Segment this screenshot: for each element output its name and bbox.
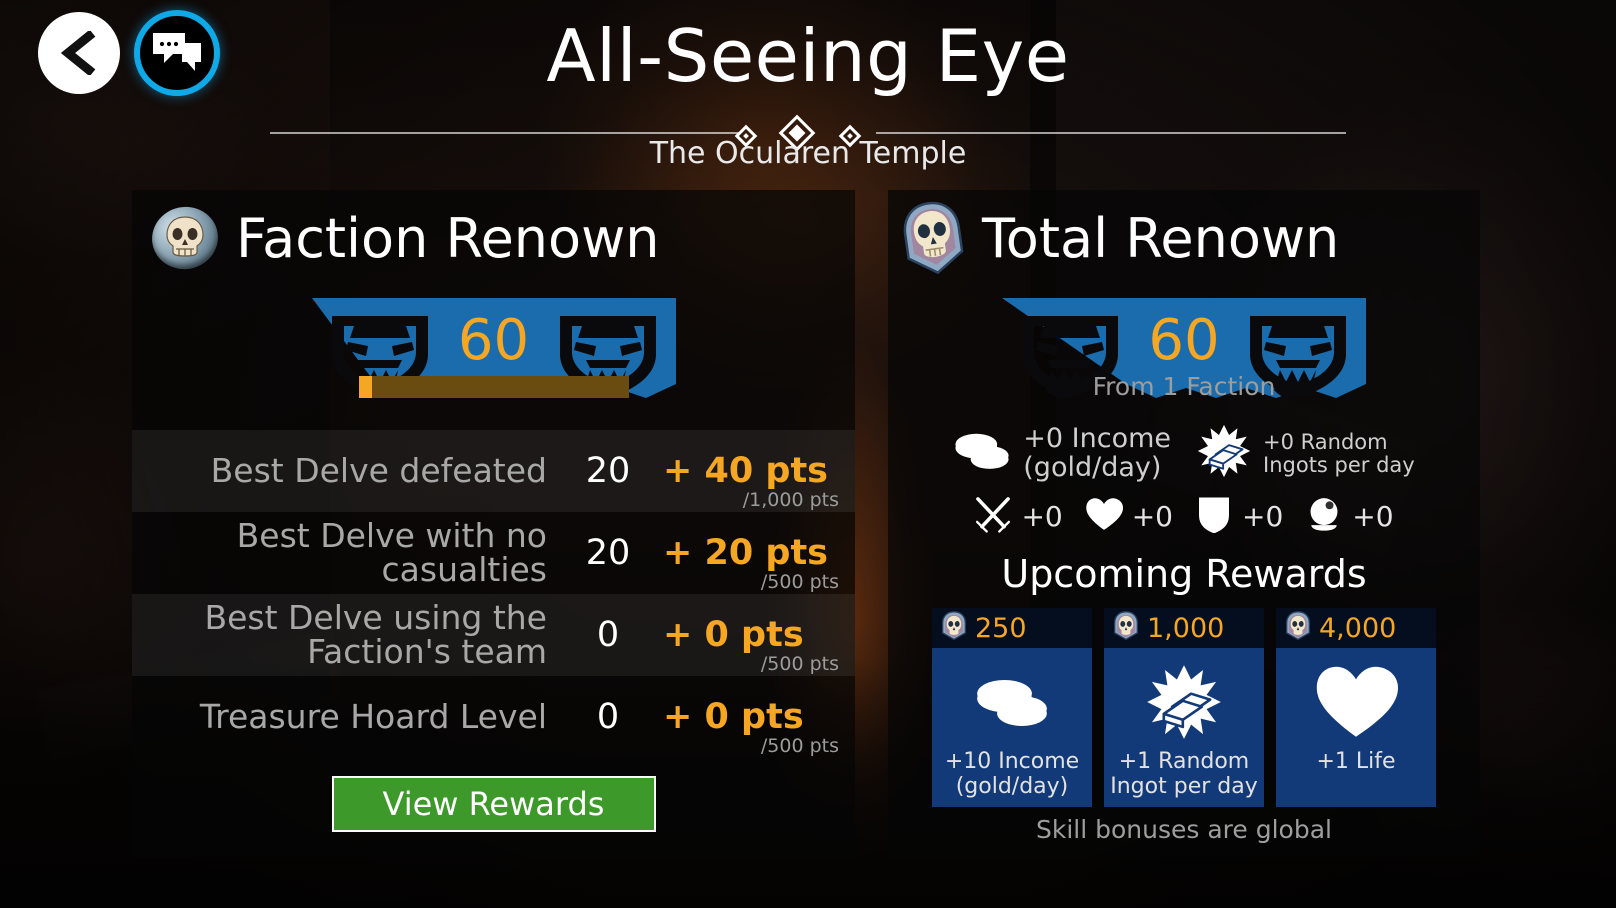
page-subtitle: The Ocularen Temple xyxy=(649,136,967,171)
faction-stat-max: /500 pts xyxy=(760,653,839,675)
faction-stat-points-wrap: + 40 pts/1,000 pts xyxy=(645,451,855,511)
faction-stats-list: Best Delve defeated 20 + 40 pts/1,000 pts B… xyxy=(132,430,855,758)
ingot-icon xyxy=(1197,424,1251,483)
faction-stat-max: /500 pts xyxy=(760,735,839,757)
total-bonus-text: +0 Income (gold/day) xyxy=(1023,422,1172,483)
global-bonus-note: Skill bonuses are global xyxy=(1036,815,1332,845)
total-skill-bonus-value: +0 xyxy=(1021,500,1063,533)
crossed-swords-icon xyxy=(974,495,1012,538)
total-skill-bonus: +0 xyxy=(974,495,1063,538)
faction-stat-points: + 20 pts xyxy=(663,533,829,573)
divider-line-left xyxy=(270,132,740,134)
faction-stat-points: + 0 pts xyxy=(663,615,804,655)
coins-icon xyxy=(974,660,1050,744)
faction-stat-row: Best Delve defeated 20 + 40 pts/1,000 pts xyxy=(132,430,855,512)
total-renown-panel: Total Renown 60 From 1 Faction +0 Income… xyxy=(888,190,1480,858)
faction-renown-progress-bar xyxy=(358,376,629,398)
reward-cost-header: 250 xyxy=(932,608,1092,648)
upcoming-rewards-title: Upcoming Rewards xyxy=(1001,552,1367,596)
total-renown-banner: 60 From 1 Faction xyxy=(888,294,1480,414)
faction-stat-row: Treasure Hoard Level 0 + 0 pts/500 pts xyxy=(132,676,855,758)
reward-description: +1 Life xyxy=(1316,749,1396,774)
reward-body: +1 Life xyxy=(1276,648,1436,807)
total-renown-source: From 1 Faction xyxy=(1092,372,1276,401)
upcoming-reward-card[interactable]: 1,000 +1 Random Ingot per day xyxy=(1104,608,1264,808)
reward-cost-header: 1,000 xyxy=(1104,608,1264,648)
reward-cost-value: 1,000 xyxy=(1147,612,1225,644)
upcoming-reward-card[interactable]: 4,000 +1 Life xyxy=(1276,608,1436,808)
faction-stat-max: /500 pts xyxy=(760,571,839,593)
faction-stat-points: + 40 pts xyxy=(663,451,829,491)
reward-body: +1 Random Ingot per day xyxy=(1104,648,1264,807)
faction-stat-points: + 0 pts xyxy=(663,697,804,737)
faction-stat-value: 0 xyxy=(596,697,620,737)
total-panel-title: Total Renown xyxy=(982,206,1340,270)
reward-body: +10 Income (gold/day) xyxy=(932,648,1092,807)
total-skill-bonus: +0 xyxy=(1305,495,1394,538)
renown-badge-icon xyxy=(941,611,967,645)
reward-description: +10 Income (gold/day) xyxy=(944,749,1080,799)
faction-stat-max: /1,000 pts xyxy=(742,489,839,511)
faction-stat-label: Best Delve defeated xyxy=(210,451,547,490)
faction-stat-points-wrap: + 0 pts/500 pts xyxy=(645,697,855,757)
reward-cost-value: 250 xyxy=(975,612,1027,644)
total-skill-bonus-value: +0 xyxy=(1131,500,1173,533)
total-bonus-item: +0 Random Ingots per day xyxy=(1197,424,1415,483)
reward-description: +1 Random Ingot per day xyxy=(1110,749,1258,799)
faction-stat-label: Best Delve with no casualties xyxy=(236,516,547,589)
faction-renown-progress-fill xyxy=(358,376,372,398)
renown-badge-icon xyxy=(1113,611,1139,645)
reward-cost-header: 4,000 xyxy=(1276,608,1436,648)
hooded-skull-icon xyxy=(903,201,964,275)
shield-icon xyxy=(1195,495,1233,538)
view-rewards-button[interactable]: View Rewards xyxy=(331,776,656,832)
faction-stat-points-wrap: + 0 pts/500 pts xyxy=(645,615,855,675)
faction-renown-banner: 60 xyxy=(132,294,855,414)
faction-stat-value: 20 xyxy=(585,451,631,491)
faction-stat-value: 0 xyxy=(596,615,620,655)
total-skill-bonus: +0 xyxy=(1085,497,1173,536)
total-bonuses-minor: +0 +0 +0 +0 xyxy=(888,495,1480,538)
total-bonus-text: +0 Random Ingots per day xyxy=(1263,430,1415,477)
upcoming-rewards-list: 250 +10 Income (gold/day) 1,000 +1 Random Ing… xyxy=(888,608,1480,808)
total-bonuses-major: +0 Income (gold/day) +0 Random Ingots per d… xyxy=(888,424,1480,483)
total-skill-bonus: +0 xyxy=(1195,495,1283,538)
total-renown-value: 60 xyxy=(1148,308,1220,373)
ingot-icon xyxy=(1146,660,1222,744)
faction-stat-label: Best Delve using the Faction's team xyxy=(204,598,547,671)
page-title: All-Seeing Eye xyxy=(546,14,1070,98)
faction-renown-value: 60 xyxy=(457,308,530,373)
faction-panel-header: Faction Renown xyxy=(132,190,855,286)
faction-stat-value: 20 xyxy=(585,533,631,573)
renown-badge-icon xyxy=(1285,611,1311,645)
divider-line-right xyxy=(876,132,1346,134)
faction-stat-label: Treasure Hoard Level xyxy=(199,697,547,736)
total-skill-bonus-value: +0 xyxy=(1242,500,1284,533)
heart-icon xyxy=(1085,497,1123,536)
faction-panel-title: Faction Renown xyxy=(236,206,660,270)
faction-stat-row: Best Delve with no casualties 20 + 20 pts /… xyxy=(132,512,855,594)
heart-icon xyxy=(1314,660,1398,744)
faction-skull-disc-icon xyxy=(146,200,224,276)
total-skill-bonus-value: +0 xyxy=(1352,500,1394,533)
faction-stat-points-wrap: + 20 pts/500 pts xyxy=(645,533,855,593)
coins-icon xyxy=(953,430,1011,477)
crystal-ball-icon xyxy=(1305,495,1343,538)
reward-cost-value: 4,000 xyxy=(1319,612,1397,644)
faction-renown-panel: Faction Renown 60 Best Delve defeated 20… xyxy=(132,190,855,858)
total-panel-header: Total Renown xyxy=(888,190,1480,286)
faction-stat-row: Best Delve using the Faction's team 0 + 0 … xyxy=(132,594,855,676)
upcoming-reward-card[interactable]: 250 +10 Income (gold/day) xyxy=(932,608,1092,808)
total-bonus-item: +0 Income (gold/day) xyxy=(953,424,1171,483)
